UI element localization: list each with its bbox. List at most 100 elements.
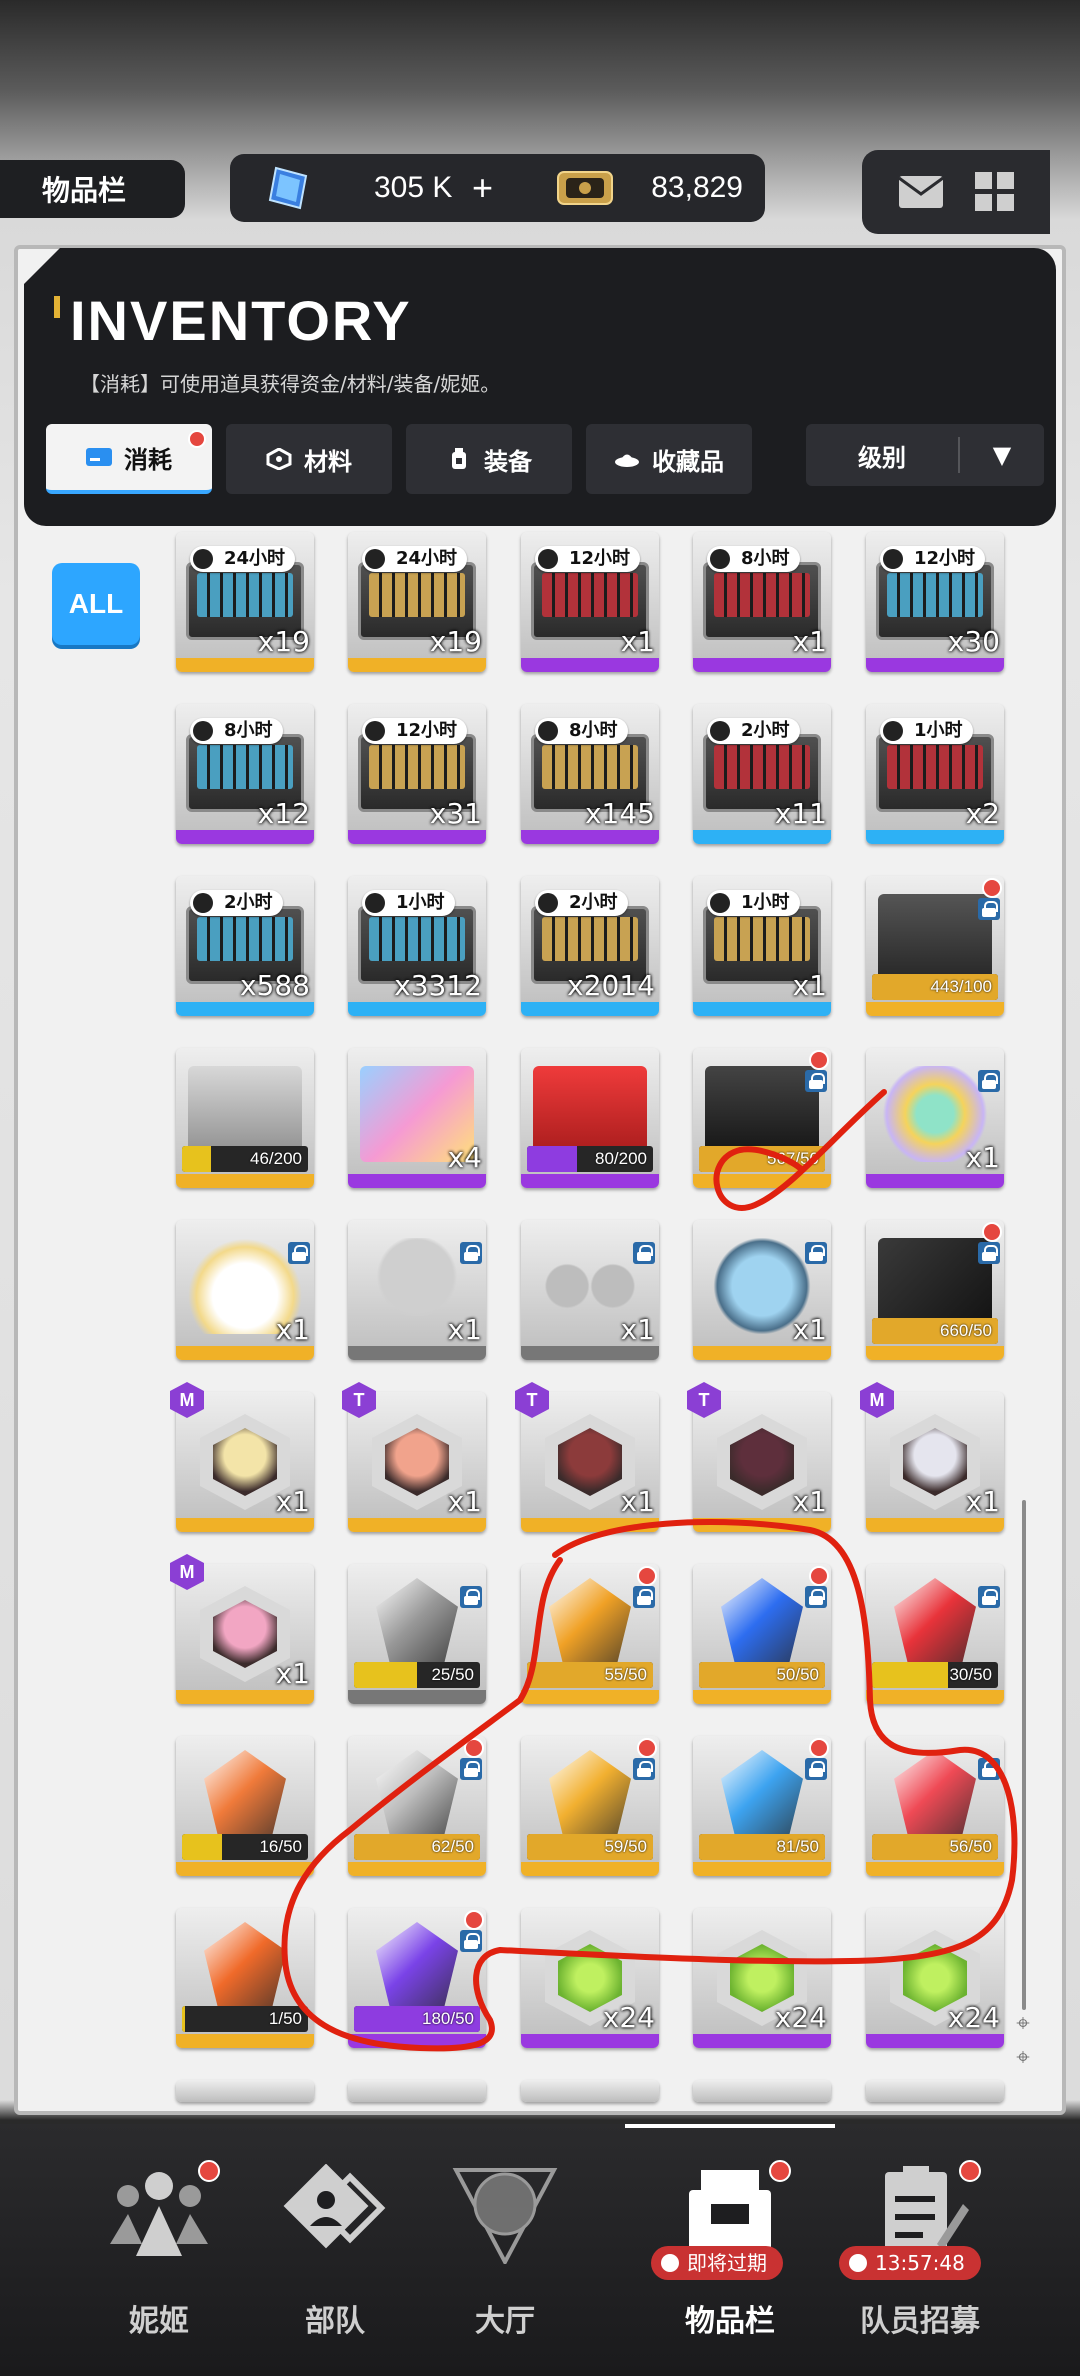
rarity-strip <box>866 2034 1004 2048</box>
item-slot-partial[interactable] <box>693 2080 831 2102</box>
core-crystal-icon <box>721 1750 803 1846</box>
item-slot-partial[interactable] <box>348 2080 486 2102</box>
expiring-soon-badge: 即将过期 <box>651 2246 783 2280</box>
item-quantity: x2 <box>965 797 1000 830</box>
timer-label: 1小时 <box>707 890 800 916</box>
item-slot[interactable]: x4 <box>348 1048 486 1188</box>
item-slot[interactable]: 443/100 <box>866 876 1004 1016</box>
scroll-up-icon[interactable]: ⌖ <box>1010 2010 1036 2037</box>
item-slot[interactable]: x1 <box>866 1048 1004 1188</box>
lock-icon <box>460 1758 482 1780</box>
item-slot[interactable]: x1 <box>866 1392 1004 1532</box>
item-slot[interactable]: 59/50 <box>521 1736 659 1876</box>
item-slot-partial[interactable] <box>521 2080 659 2102</box>
item-slot[interactable]: 81/50 <box>693 1736 831 1876</box>
item-quantity: x1 <box>792 969 827 1002</box>
item-slot[interactable]: 12小时 x30 <box>866 532 1004 672</box>
item-slot[interactable]: 8小时 x1 <box>693 532 831 672</box>
item-slot[interactable]: x1 <box>348 1220 486 1360</box>
item-slot[interactable]: 1/50 <box>176 1908 314 2048</box>
lock-icon <box>288 1242 310 1264</box>
item-slot[interactable]: x1 <box>176 1564 314 1704</box>
rarity-strip <box>521 2034 659 2048</box>
item-slot[interactable]: 46/200 <box>176 1048 314 1188</box>
nav-squad[interactable]: 部队 <box>250 2124 420 2376</box>
item-slot[interactable]: 16/50 <box>176 1736 314 1876</box>
core-crystal-icon <box>204 1922 286 2018</box>
tab-collection[interactable]: 收藏品 <box>586 424 752 494</box>
item-slot[interactable]: x1 <box>348 1392 486 1532</box>
item-slot[interactable]: x24 <box>521 1908 659 2048</box>
tab-label: 收藏品 <box>652 447 724 476</box>
scrollbar[interactable] <box>1022 1500 1026 2010</box>
rarity-strip <box>176 1346 314 1360</box>
progress-text: 56/50 <box>949 1837 992 1856</box>
notification-dot <box>809 1738 829 1758</box>
item-slot[interactable]: x1 <box>693 1392 831 1532</box>
timer-label: 2小时 <box>535 890 628 916</box>
item-slot[interactable]: 180/50 <box>348 1908 486 2048</box>
item-slot[interactable]: 2小时 x2014 <box>521 876 659 1016</box>
filter-all-button[interactable]: ALL <box>52 563 140 645</box>
item-slot[interactable]: 1小时 x1 <box>693 876 831 1016</box>
item-slot[interactable]: 80/200 <box>521 1048 659 1188</box>
core-crystal-icon <box>204 1750 286 1846</box>
item-slot[interactable]: 24小时 x19 <box>176 532 314 672</box>
material-icon <box>266 448 292 470</box>
item-slot[interactable]: x1 <box>521 1392 659 1532</box>
item-slot[interactable]: 1小时 x3312 <box>348 876 486 1016</box>
tab-equipment[interactable]: 装备 <box>406 424 572 494</box>
notification-dot <box>809 1566 829 1586</box>
add-gems-button[interactable]: + <box>472 167 522 209</box>
item-slot[interactable]: 567/50 <box>693 1048 831 1188</box>
progress-bar: 180/50 <box>354 2006 480 2032</box>
progress-bar: 1/50 <box>182 2006 308 2032</box>
nikke-icon <box>110 2172 208 2256</box>
category-tabs: 消耗 材料 装备 收藏品 <box>46 424 752 494</box>
item-quantity: x588 <box>239 969 310 1002</box>
item-slot[interactable]: x1 <box>521 1220 659 1360</box>
lock-icon <box>460 1930 482 1952</box>
item-slot[interactable]: 62/50 <box>348 1736 486 1876</box>
item-slot[interactable]: 1小时 x2 <box>866 704 1004 844</box>
item-slot[interactable]: 660/50 <box>866 1220 1004 1360</box>
item-slot[interactable]: 25/50 <box>348 1564 486 1704</box>
tab-materials[interactable]: 材料 <box>226 424 392 494</box>
item-slot[interactable]: 56/50 <box>866 1736 1004 1876</box>
nav-nikke[interactable]: 妮姬 <box>74 2124 244 2376</box>
lock-icon <box>805 1586 827 1608</box>
item-slot[interactable]: 8小时 x145 <box>521 704 659 844</box>
sort-dropdown[interactable]: 级别 ▼ <box>806 424 1044 486</box>
item-slot[interactable]: 2小时 x588 <box>176 876 314 1016</box>
nav-lobby[interactable]: 大厅 <box>420 2124 590 2376</box>
progress-text: 16/50 <box>259 1837 302 1856</box>
item-slot-partial[interactable] <box>176 2080 314 2102</box>
mail-icon[interactable] <box>897 175 944 209</box>
item-slot[interactable]: 8小时 x12 <box>176 704 314 844</box>
rarity-strip <box>521 1862 659 1876</box>
item-slot[interactable]: 55/50 <box>521 1564 659 1704</box>
item-slot[interactable]: x1 <box>693 1220 831 1360</box>
lock-icon <box>978 898 1000 920</box>
menu-grid-icon[interactable] <box>974 172 1015 212</box>
rarity-strip <box>176 1174 314 1188</box>
tab-consumables[interactable]: 消耗 <box>46 424 212 494</box>
item-slot[interactable]: x24 <box>866 1908 1004 2048</box>
currency-bar[interactable]: 305 K + 83,829 <box>230 154 765 222</box>
scroll-down-icon[interactable]: ⌖ <box>1010 2044 1036 2071</box>
progress-bar: 62/50 <box>354 1834 480 1860</box>
item-slot[interactable]: x1 <box>176 1220 314 1360</box>
item-slot[interactable]: 2小时 x11 <box>693 704 831 844</box>
item-slot-partial[interactable] <box>866 2080 1004 2102</box>
nav-recruit[interactable]: 13:57:48 队员招募 <box>835 2124 1005 2376</box>
item-slot[interactable]: 12小时 x31 <box>348 704 486 844</box>
item-slot[interactable]: 24小时 x19 <box>348 532 486 672</box>
item-slot[interactable]: x24 <box>693 1908 831 2048</box>
progress-text: 59/50 <box>604 1837 647 1856</box>
timer-label: 2小时 <box>707 718 800 744</box>
nav-inventory[interactable]: 即将过期 物品栏 <box>625 2124 835 2376</box>
item-slot[interactable]: 50/50 <box>693 1564 831 1704</box>
item-slot[interactable]: x1 <box>176 1392 314 1532</box>
item-slot[interactable]: 30/50 <box>866 1564 1004 1704</box>
item-slot[interactable]: 12小时 x1 <box>521 532 659 672</box>
